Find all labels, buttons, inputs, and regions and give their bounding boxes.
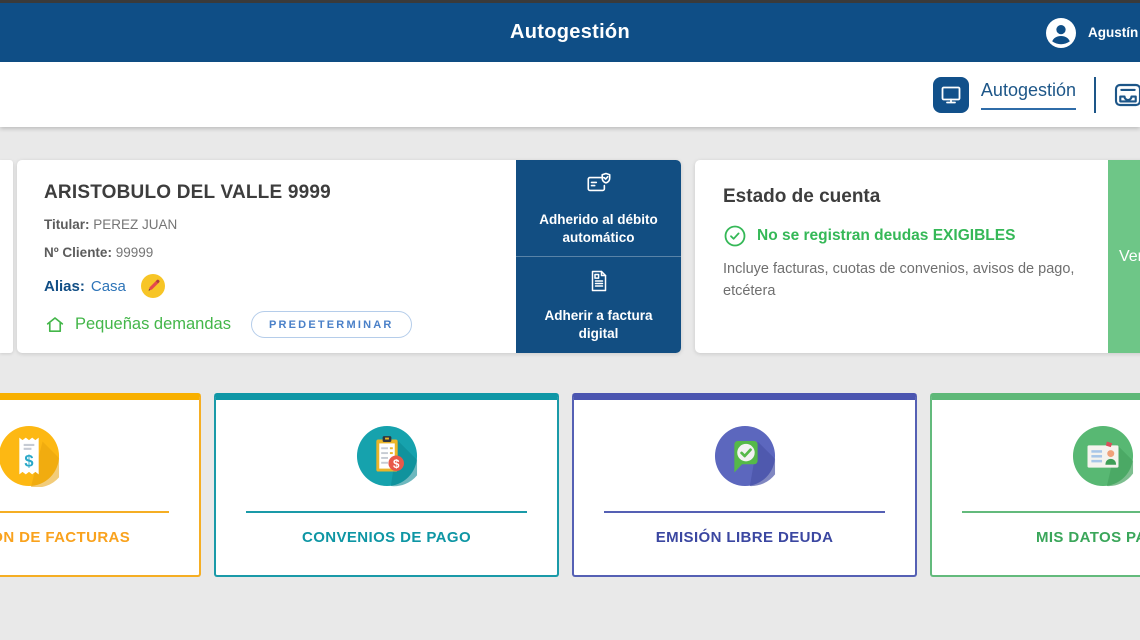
check-circle-icon: [723, 224, 747, 248]
debito-automatico-action[interactable]: Adherido al débito automático: [516, 160, 681, 256]
clipboard-money-icon: $: [216, 400, 557, 511]
alias-label: Alias:: [44, 278, 85, 295]
tab-autogestion[interactable]: Autogestión: [933, 77, 1076, 113]
debito-automatico-label: Adherido al débito automático: [528, 211, 669, 247]
estado-info: Estado de cuenta No se registran deudas …: [695, 160, 1108, 353]
account-icon: [1046, 18, 1076, 48]
invoice-document-icon: [585, 267, 613, 300]
nav-divider: [1094, 77, 1096, 113]
account-info: ARISTOBULO DEL VALLE 9999 Titular: PEREZ…: [17, 160, 516, 353]
estado-title: Estado de cuenta: [723, 186, 1088, 208]
client-number-row: Nº Cliente: 99999: [44, 245, 498, 260]
app-header: Autogestión Agustín: [0, 3, 1140, 62]
user-menu[interactable]: Agustín: [1046, 3, 1138, 62]
secondary-navbar: Autogestión: [0, 62, 1140, 127]
predeterminar-button[interactable]: PREDETERMINAR: [251, 311, 412, 338]
inbox-icon[interactable]: [1112, 79, 1140, 111]
impresion-facturas-card[interactable]: $ IMPRESIÓN DE FACTURAS: [0, 393, 201, 577]
estado-status-row: No se registran deudas EXIGIBLES: [723, 224, 1088, 248]
convenios-pago-card[interactable]: $ CONVENIOS DE PAGO: [214, 393, 559, 577]
home-icon: [44, 314, 66, 336]
tariff-category-label: Pequeñas demandas: [75, 315, 231, 334]
ver-estado-button[interactable]: Ver: [1108, 160, 1140, 353]
holder-value: PEREZ JUAN: [93, 217, 177, 232]
emision-libre-deuda-label: EMISIÓN LIBRE DEUDA: [574, 513, 915, 575]
factura-digital-label: Adherir a factura digital: [528, 307, 669, 343]
alias-row: Alias: Casa: [44, 273, 498, 299]
bubble-check-icon: [574, 400, 915, 511]
account-bottom-row: Pequeñas demandas PREDETERMINAR: [44, 311, 498, 338]
estado-description: Incluye facturas, cuotas de convenios, a…: [723, 258, 1088, 303]
previous-card-edge[interactable]: [0, 160, 13, 353]
impresion-facturas-label: IMPRESIÓN DE FACTURAS: [0, 513, 199, 575]
user-name: Agustín: [1088, 25, 1138, 40]
page-title: Autogestión: [0, 3, 1140, 62]
svg-text:$: $: [392, 458, 399, 471]
monitor-icon: [933, 77, 969, 113]
client-number-value: 99999: [116, 245, 154, 260]
estado-de-cuenta-card: Estado de cuenta No se registran deudas …: [695, 160, 1140, 353]
quick-actions-row: $ IMPRESIÓN DE FACTURAS $: [0, 393, 1140, 577]
mis-datos-label: MIS DATOS PARA: [932, 513, 1140, 575]
receipt-icon: $: [0, 400, 199, 511]
holder-label: Titular:: [44, 217, 90, 232]
svg-text:$: $: [24, 452, 33, 470]
card-shield-check-icon: [584, 169, 614, 204]
tab-autogestion-label: Autogestión: [981, 80, 1076, 110]
account-holder-row: Titular: PEREZ JUAN: [44, 217, 498, 232]
convenios-pago-label: CONVENIOS DE PAGO: [216, 513, 557, 575]
factura-digital-action[interactable]: Adherir a factura digital: [516, 256, 681, 353]
client-number-label: Nº Cliente:: [44, 245, 112, 260]
id-card-icon: [932, 400, 1140, 511]
estado-status-message: No se registran deudas EXIGIBLES: [757, 227, 1015, 245]
account-actions-panel: Adherido al débito automático Adherir a …: [516, 160, 681, 353]
edit-alias-pencil-icon[interactable]: [140, 273, 166, 299]
emision-libre-deuda-card[interactable]: EMISIÓN LIBRE DEUDA: [572, 393, 917, 577]
account-card: ARISTOBULO DEL VALLE 9999 Titular: PEREZ…: [17, 160, 681, 353]
alias-value: Casa: [91, 278, 126, 295]
tariff-category: Pequeñas demandas: [44, 314, 231, 336]
mis-datos-card[interactable]: MIS DATOS PARA: [930, 393, 1140, 577]
account-address: ARISTOBULO DEL VALLE 9999: [44, 182, 498, 204]
